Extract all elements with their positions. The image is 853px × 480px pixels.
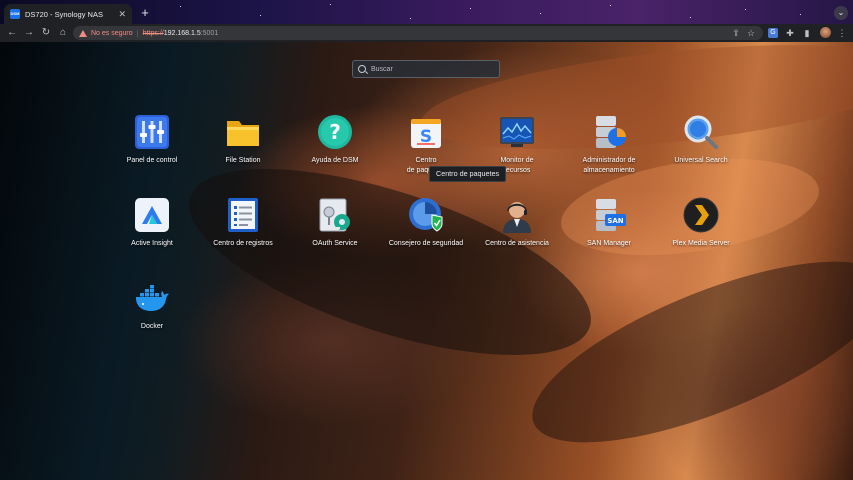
app-plex-media-server[interactable]: Plex Media Server: [656, 197, 746, 249]
back-button[interactable]: ←: [4, 25, 20, 41]
app-ayuda-de-dsm[interactable]: ? Ayuda de DSM: [290, 114, 380, 166]
svg-text:?: ?: [329, 120, 341, 144]
app-label: Ayuda de DSM: [311, 157, 359, 164]
folder-icon: [225, 114, 261, 150]
app-file-station[interactable]: File Station: [198, 114, 288, 166]
san-manager-icon: SAN: [591, 197, 627, 233]
app-label-line2: almacenamiento: [583, 166, 635, 174]
translate-icon[interactable]: G: [768, 28, 778, 38]
log-center-icon: [225, 197, 261, 233]
app-label: File Station: [225, 157, 261, 164]
app-label: Active Insight: [131, 240, 173, 247]
app-active-insight[interactable]: Active Insight: [107, 197, 197, 249]
support-agent-icon: [499, 197, 535, 233]
browser-titlebar: DSM DS720 - Synology NAS ✕ + ⌄: [0, 0, 853, 24]
address-bar[interactable]: No es seguro | https:// 192.168.1.5 :500…: [73, 26, 763, 40]
app-label: Plex Media Server: [672, 240, 730, 247]
help-icon: ?: [317, 114, 353, 150]
app-label: Administrador de almacenamiento: [564, 156, 654, 175]
app-label: Universal Search: [674, 157, 728, 164]
app-label: Docker: [140, 323, 164, 330]
forward-button[interactable]: →: [21, 25, 37, 41]
synology-favicon-icon: DSM: [10, 9, 20, 19]
profile-avatar[interactable]: [820, 27, 831, 38]
storage-manager-icon: [591, 114, 627, 150]
app-panel-de-control[interactable]: Panel de control: [107, 114, 197, 166]
app-label: Consejero de seguridad: [388, 240, 464, 247]
close-tab-icon[interactable]: ✕: [118, 9, 126, 19]
control-panel-icon: [134, 114, 170, 150]
app-label: SAN Manager: [587, 240, 631, 247]
browser-tab[interactable]: DSM DS720 - Synology NAS ✕: [4, 4, 132, 24]
kebab-menu-icon[interactable]: ⋮: [837, 28, 847, 38]
san-badge-text: SAN: [607, 217, 623, 225]
url-scheme: https://: [142, 29, 164, 37]
sidebar-icon[interactable]: ▮: [802, 28, 812, 38]
arrow-left-icon: ←: [7, 27, 17, 38]
url-port: :5001: [200, 29, 219, 37]
app-consejero-de-seguridad[interactable]: Consejero de seguridad: [381, 197, 471, 249]
home-button[interactable]: ⌂: [55, 25, 71, 41]
resource-monitor-icon: [499, 114, 535, 150]
puzzle-icon[interactable]: ✚: [785, 28, 795, 38]
app-label-line1: Centro: [415, 157, 437, 164]
tab-search-icon[interactable]: ⌄: [834, 6, 848, 20]
not-secure-label[interactable]: No es seguro: [91, 30, 133, 37]
share-icon[interactable]: ⇪: [731, 28, 741, 38]
reload-icon: ↻: [41, 27, 51, 38]
app-label-line1: Administrador de: [582, 157, 636, 164]
app-label-line2: recursos: [503, 166, 531, 174]
omnibox-separator: |: [136, 28, 139, 38]
search-icon: [358, 65, 366, 73]
arrow-right-icon: →: [24, 27, 34, 38]
new-tab-button[interactable]: +: [138, 6, 152, 20]
app-label: Centro de registros: [213, 240, 273, 247]
star-icon[interactable]: ☆: [746, 28, 756, 38]
browser-toolbar: ← → ↻ ⌂ No es seguro | https:// 192.168.…: [0, 24, 853, 42]
app-centro-de-asistencia[interactable]: Centro de asistencia: [472, 197, 562, 249]
app-label: Panel de control: [126, 157, 178, 164]
app-label: Centro de asistencia: [485, 240, 549, 247]
home-icon: ⌂: [59, 27, 67, 38]
url-host: 192.168.1.5: [163, 29, 201, 37]
reload-button[interactable]: ↻: [38, 25, 54, 41]
dsm-main-menu: Panel de control File Station ? Ayuda de…: [0, 42, 853, 480]
app-universal-search[interactable]: Universal Search: [656, 114, 746, 166]
app-label: OAuth Service: [312, 240, 358, 247]
tooltip-centro-de-paquetes: Centro de paquetes: [429, 166, 507, 182]
oauth-key-icon: [317, 197, 353, 233]
app-centro-de-registros[interactable]: Centro de registros: [198, 197, 288, 249]
search-box[interactable]: [352, 60, 500, 78]
app-docker[interactable]: Docker: [107, 280, 197, 332]
tab-title: DS720 - Synology NAS: [25, 9, 103, 19]
app-san-manager[interactable]: SAN SAN Manager: [564, 197, 654, 249]
app-label-line1: Monitor de: [500, 157, 534, 164]
plex-icon: [683, 197, 719, 233]
package-center-icon: S: [408, 114, 444, 150]
magnifier-icon: [683, 114, 719, 150]
docker-whale-icon: [134, 280, 170, 316]
app-oauth-service[interactable]: OAuth Service: [290, 197, 380, 249]
app-administrador-de-almacenamiento[interactable]: Administrador de almacenamiento: [564, 114, 654, 175]
active-insight-icon: [134, 197, 170, 233]
warning-icon: [79, 29, 87, 37]
search-input[interactable]: [371, 65, 491, 73]
security-advisor-icon: [408, 197, 444, 233]
